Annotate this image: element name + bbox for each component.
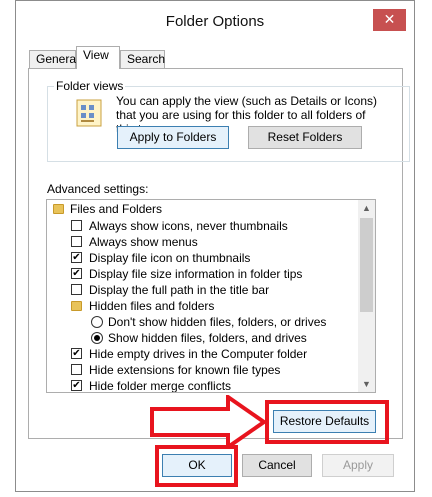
list-item-label: Always show menus (89, 235, 198, 249)
list-item-label: Show hidden files, folders, and drives (108, 331, 307, 345)
advanced-settings-label: Advanced settings: (47, 182, 149, 196)
tab-view[interactable]: View (76, 46, 120, 69)
checkbox[interactable] (71, 364, 82, 375)
reset-folders-button[interactable]: Reset Folders (248, 126, 362, 149)
annotation-arrow-icon (150, 395, 268, 449)
list-item-label: Hide folder merge conflicts (89, 379, 232, 393)
apply-button[interactable]: Apply (322, 454, 394, 477)
list-item-label: Display file icon on thumbnails (89, 251, 251, 265)
list-item-label: Display the full path in the title bar (89, 283, 270, 297)
close-icon: ✕ (383, 11, 396, 27)
checkbox[interactable] (71, 284, 82, 295)
vertical-scrollbar[interactable]: ▲ ▼ (358, 200, 375, 392)
desktop-background (0, 0, 16, 497)
checkbox-checked[interactable]: ✔ (71, 268, 82, 279)
checkbox-checked[interactable]: ✔ (71, 380, 82, 391)
checkbox[interactable] (71, 236, 82, 247)
apply-to-folders-button[interactable]: Apply to Folders (117, 126, 229, 149)
list-item-label: Display file size information in folder … (89, 267, 303, 281)
scrollbar-thumb[interactable] (360, 218, 373, 312)
list-item-label: Files and Folders (70, 202, 163, 216)
list-item-label: Don't show hidden files, folders, or dri… (108, 315, 327, 329)
list-item-label: Hide extensions for known file types (89, 363, 281, 377)
list-item-label: Hide empty drives in the Computer folder (89, 347, 308, 361)
checkbox[interactable] (71, 220, 82, 231)
tab-search[interactable]: Search (120, 50, 165, 68)
checkbox-checked[interactable]: ✔ (71, 348, 82, 359)
list-item-label: Always show icons, never thumbnails (89, 219, 288, 233)
scroll-down-icon[interactable]: ▼ (358, 376, 375, 392)
advanced-settings-list[interactable]: Files and Folders Always show icons, nev… (46, 199, 376, 393)
dialog-title: Folder Options (165, 13, 265, 30)
restore-defaults-highlight (265, 400, 389, 444)
ok-highlight (155, 445, 238, 487)
radio-button[interactable] (91, 316, 103, 328)
cancel-button[interactable]: Cancel (242, 454, 312, 477)
scroll-up-icon[interactable]: ▲ (358, 200, 375, 216)
folder-views-icon (76, 99, 102, 127)
radio-button-selected[interactable] (91, 332, 103, 344)
folder-views-group: Folder views You can apply the view (suc… (47, 79, 410, 162)
checkbox-checked[interactable]: ✔ (71, 252, 82, 263)
list-item-label: Hidden files and folders (89, 299, 215, 313)
folder-icon (53, 204, 64, 214)
close-button[interactable]: ✕ (373, 9, 406, 31)
folder-views-label: Folder views (54, 79, 126, 93)
tab-general[interactable]: General (29, 50, 79, 68)
folder-icon (71, 301, 82, 311)
